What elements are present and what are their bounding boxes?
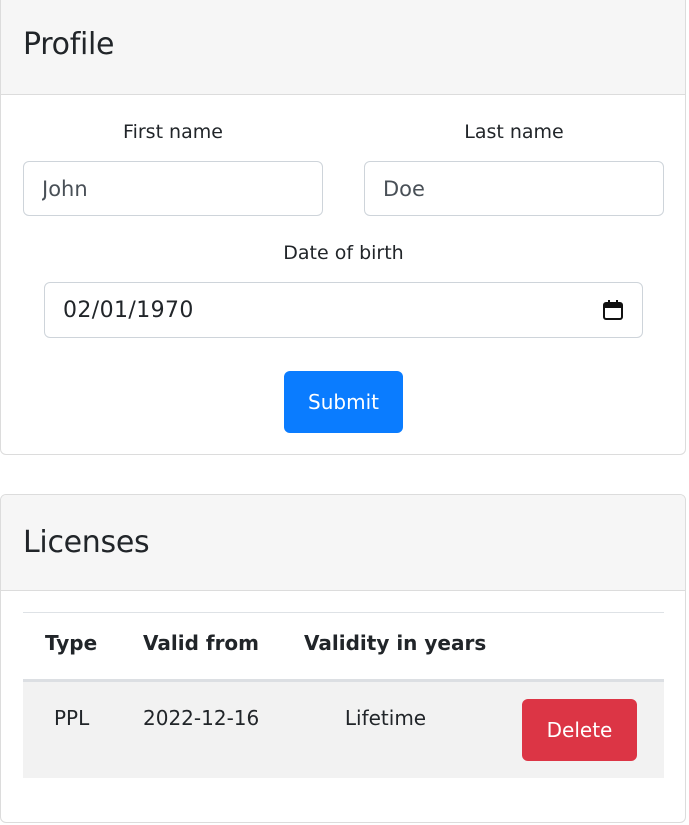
- last-name-input[interactable]: [364, 161, 664, 216]
- dob-input[interactable]: 02/01/1970: [44, 282, 643, 338]
- dob-label: Date of birth: [283, 242, 404, 264]
- licenses-title: Licenses: [23, 525, 150, 560]
- profile-card-header: Profile: [1, 0, 685, 95]
- first-name-input[interactable]: [23, 161, 323, 216]
- licenses-table: Type Valid from Validity in years PPL 20…: [23, 591, 664, 791]
- table-top-rule: [23, 612, 664, 613]
- column-header-validity: Validity in years: [304, 631, 487, 655]
- profile-title: Profile: [23, 27, 115, 62]
- cell-validity: Lifetime: [344, 706, 427, 730]
- column-header-type: Type: [45, 631, 98, 655]
- cell-valid-from: 2022-12-16: [143, 706, 260, 730]
- table-row: PPL 2022-12-16 Lifetime Delete: [23, 682, 664, 778]
- cell-type: PPL: [54, 706, 90, 730]
- licenses-card-header: Licenses: [1, 495, 685, 591]
- licenses-card: Licenses Type Valid from Validity in yea…: [0, 494, 686, 823]
- first-name-label: First name: [123, 121, 223, 143]
- column-header-valid-from: Valid from: [143, 631, 260, 655]
- last-name-label: Last name: [464, 121, 564, 143]
- profile-card: Profile First name Last name Date of bir…: [0, 0, 686, 455]
- delete-button[interactable]: Delete: [522, 699, 637, 761]
- calendar-icon[interactable]: [602, 299, 624, 321]
- submit-button[interactable]: Submit: [284, 371, 403, 433]
- dob-value[interactable]: 02/01/1970: [63, 298, 602, 323]
